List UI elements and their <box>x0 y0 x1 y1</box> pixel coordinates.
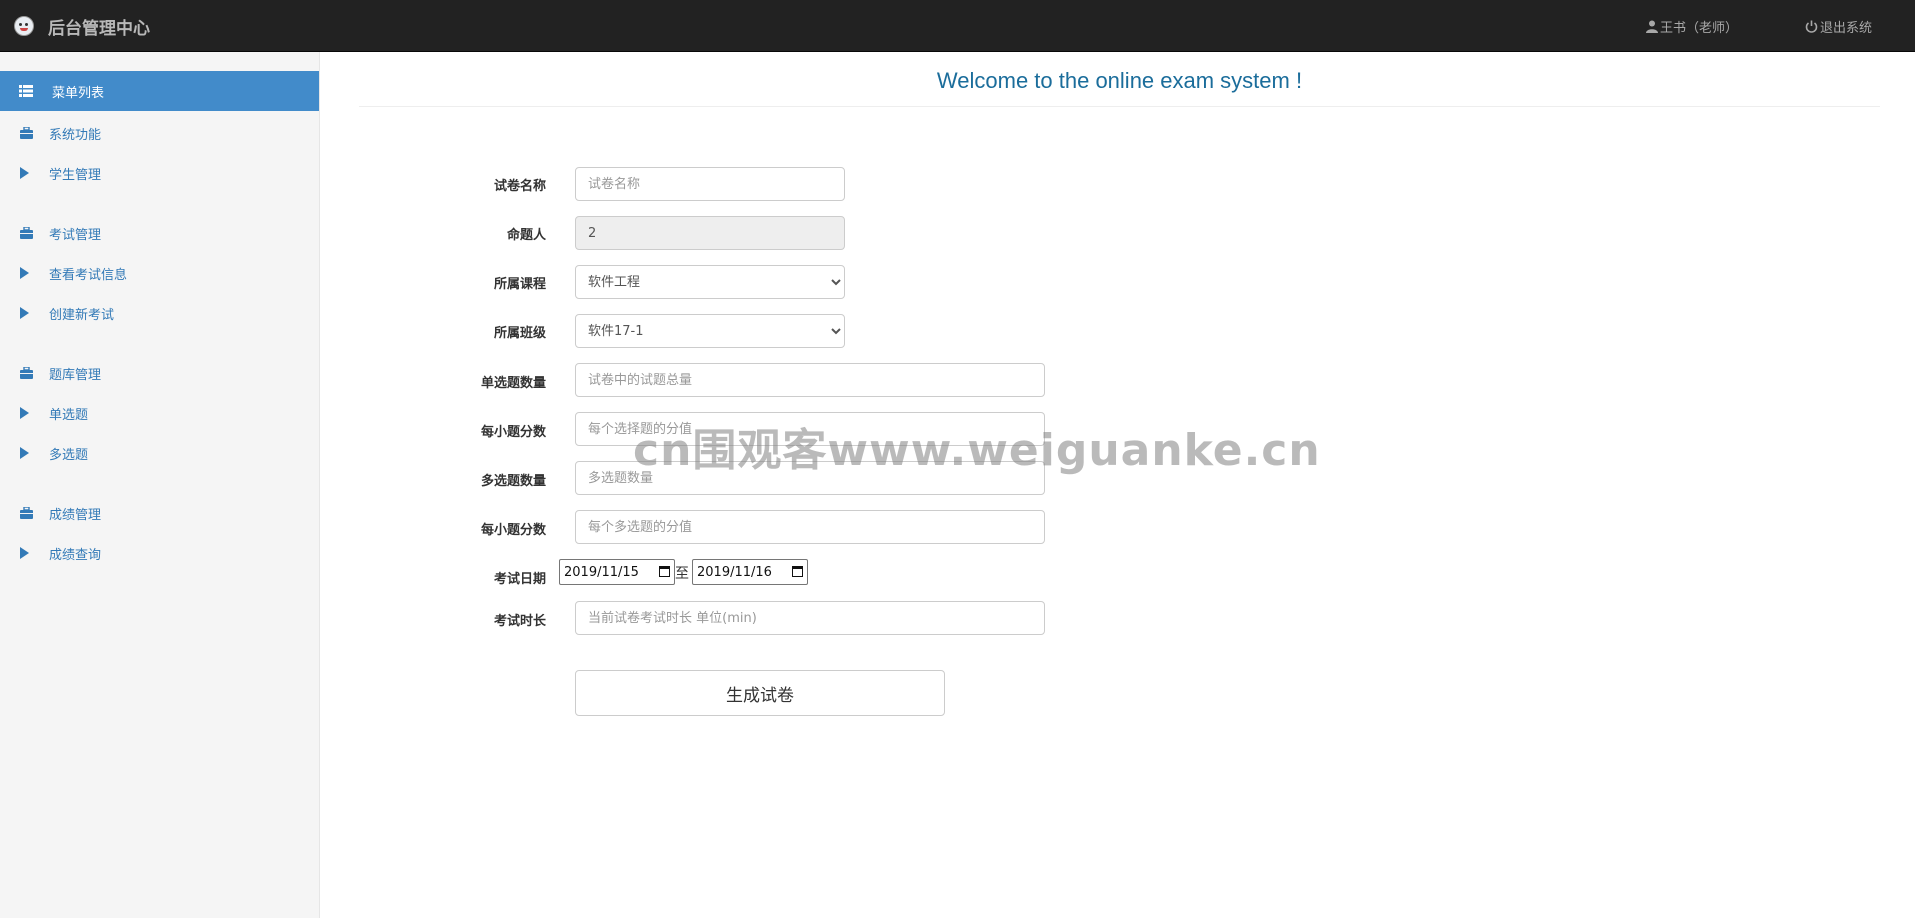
generate-paper-button[interactable]: 生成试卷 <box>575 670 945 716</box>
sidebar-item-label: 查看考试信息 <box>49 267 128 283</box>
sidebar-group-system[interactable]: 系统功能 <box>0 120 319 146</box>
sidebar-item-label: 多选题 <box>49 447 89 463</box>
caret-right-icon <box>20 167 29 179</box>
course-label: 所属课程 <box>493 277 546 292</box>
sidebar: 菜单列表 系统功能 学生管理 考试管理 查看考试信息 创建新考试 题库管理 单选… <box>0 52 320 918</box>
sidebar-group-label: 成绩管理 <box>49 507 102 523</box>
page-title: Welcome to the online exam system ! <box>936 68 1303 93</box>
sidebar-item-label: 创建新考试 <box>49 307 115 323</box>
multi-count-label: 多选题数量 <box>480 474 546 489</box>
list-icon <box>19 85 33 97</box>
sidebar-item-score-query[interactable]: 成绩查询 <box>0 540 319 566</box>
calendar-icon[interactable] <box>792 566 803 577</box>
date-range-separator: 至 <box>675 566 689 582</box>
sidebar-item-single-choice[interactable]: 单选题 <box>0 400 319 426</box>
caret-right-icon <box>20 547 29 559</box>
sidebar-item-label: 单选题 <box>49 407 89 423</box>
sidebar-group-label: 题库管理 <box>49 367 102 383</box>
multi-score-input[interactable] <box>575 510 1045 544</box>
sidebar-item-label: 成绩查询 <box>49 547 102 563</box>
class-label: 所属班级 <box>493 326 546 341</box>
briefcase-icon <box>20 507 33 519</box>
duration-input[interactable] <box>575 601 1045 635</box>
top-navbar: 后台管理中心 王书（老师） 退出系统 <box>0 0 1915 52</box>
author-input[interactable] <box>575 216 845 250</box>
sidebar-item-create-exam[interactable]: 创建新考试 <box>0 300 319 326</box>
title-divider <box>359 106 1880 107</box>
caret-right-icon <box>20 267 29 279</box>
user-name: 王书（老师） <box>1660 21 1739 36</box>
power-icon <box>1805 20 1818 33</box>
sidebar-group-question-bank[interactable]: 题库管理 <box>0 360 319 386</box>
author-label: 命题人 <box>506 228 546 243</box>
paper-name-label: 试卷名称 <box>493 179 546 194</box>
briefcase-icon <box>20 367 33 379</box>
user-icon <box>1646 20 1658 33</box>
sidebar-menu-header[interactable]: 菜单列表 <box>0 71 319 111</box>
multi-count-input[interactable] <box>575 461 1045 495</box>
briefcase-icon <box>20 127 33 139</box>
sidebar-group-scores[interactable]: 成绩管理 <box>0 500 319 526</box>
single-score-label: 每小题分数 <box>480 425 546 440</box>
logout-link[interactable]: 退出系统 <box>1805 17 1872 36</box>
class-select[interactable]: 软件17-1 <box>575 314 845 348</box>
sidebar-item-multi-choice[interactable]: 多选题 <box>0 440 319 466</box>
single-score-input[interactable] <box>575 412 1045 446</box>
duration-label: 考试时长 <box>493 614 546 629</box>
sidebar-group-label: 系统功能 <box>49 127 102 143</box>
logout-label: 退出系统 <box>1820 21 1873 36</box>
exam-date-label: 考试日期 <box>493 572 546 587</box>
multi-score-label: 每小题分数 <box>480 523 546 538</box>
calendar-icon[interactable] <box>659 566 670 577</box>
exam-start-date-value: 2019/11/15 <box>564 564 639 580</box>
sidebar-group-exam[interactable]: 考试管理 <box>0 220 319 246</box>
sidebar-group-label: 考试管理 <box>49 227 102 243</box>
single-count-label: 单选题数量 <box>480 376 546 391</box>
paper-name-input[interactable] <box>575 167 845 201</box>
caret-right-icon <box>20 447 29 459</box>
exam-start-date[interactable]: 2019/11/15 <box>559 559 675 585</box>
brand-title: 后台管理中心 <box>48 18 150 39</box>
briefcase-icon <box>20 227 33 239</box>
logo-icon <box>14 16 34 36</box>
sidebar-item-label: 学生管理 <box>49 167 102 183</box>
sidebar-item-student-manage[interactable]: 学生管理 <box>0 160 319 186</box>
user-menu[interactable]: 王书（老师） <box>1646 17 1738 36</box>
brand[interactable]: 后台管理中心 <box>14 14 150 39</box>
exam-end-date-value: 2019/11/16 <box>697 564 772 580</box>
single-count-input[interactable] <box>575 363 1045 397</box>
sidebar-item-view-exams[interactable]: 查看考试信息 <box>0 260 319 286</box>
caret-right-icon <box>20 307 29 319</box>
course-select[interactable]: 软件工程 <box>575 265 845 299</box>
sidebar-menu-header-label: 菜单列表 <box>52 85 105 101</box>
caret-right-icon <box>20 407 29 419</box>
exam-end-date[interactable]: 2019/11/16 <box>692 559 808 585</box>
